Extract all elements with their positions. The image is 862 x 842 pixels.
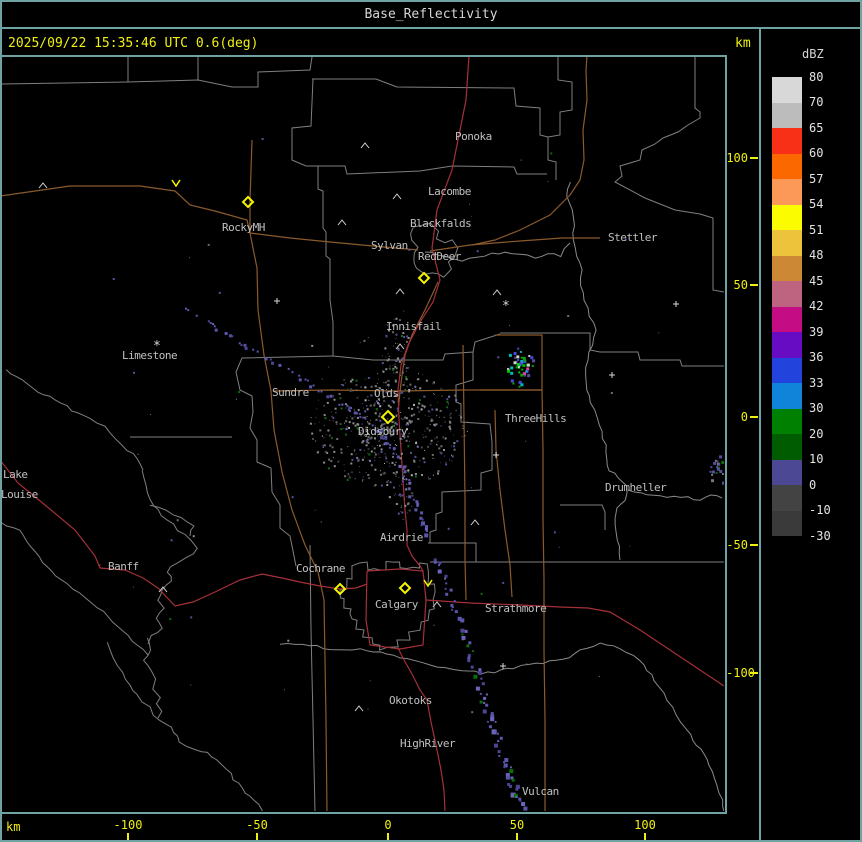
radar-map-canvas[interactable]: **PonokaLacombeBlackfaldsSylvanRedDeerSt… — [0, 0, 862, 842]
secondary-road-line — [2, 185, 251, 234]
site-marker-diamond — [241, 195, 255, 209]
county-boundary-line — [2, 522, 149, 656]
county-boundary-line — [332, 333, 501, 361]
secondary-road-line — [397, 281, 439, 413]
secondary-road-line — [494, 409, 513, 598]
plus-marker — [673, 301, 679, 307]
caret-marker — [470, 519, 480, 526]
caret-marker — [492, 289, 502, 296]
city-label: Ponoka — [455, 130, 492, 143]
plus-marker — [500, 663, 506, 669]
county-boundary-line — [141, 470, 198, 645]
site-marker-diamond — [417, 271, 431, 285]
river-layer — [279, 181, 724, 811]
city-label: Innisfail — [386, 320, 441, 333]
county-boundary-line — [560, 504, 606, 530]
star-marker: * — [502, 299, 510, 314]
city-label: RedDeer — [418, 250, 462, 263]
city-label: HighRiver — [400, 737, 456, 750]
city-label: Banff — [108, 560, 139, 573]
caret-marker — [395, 343, 405, 350]
secondary-road-line — [541, 389, 546, 811]
river-line — [279, 642, 724, 811]
plus-marker — [493, 452, 499, 458]
county-boundary-line — [500, 332, 601, 353]
county-boundary-line — [149, 504, 195, 537]
city-label: RockyMH — [222, 221, 265, 234]
city-label: Lake — [3, 468, 28, 481]
caret-marker — [38, 182, 48, 189]
city-label: Blackfalds — [410, 217, 471, 230]
highway-line — [2, 461, 368, 607]
caret-marker — [337, 219, 347, 226]
caret-marker — [360, 142, 370, 149]
county-boundary-line — [614, 57, 724, 293]
city-label: Strathmore — [485, 602, 546, 615]
city-label: Okotoks — [389, 694, 432, 707]
v-marker — [171, 179, 181, 188]
city-label: Vulcan — [522, 785, 559, 798]
caret-marker — [395, 288, 405, 295]
caret-marker — [392, 193, 402, 200]
city-label-layer: Ponoka Lacombe BlackfaldsSylvan RedDeer Stet… — [1, 130, 668, 798]
city-label: Sundre — [272, 386, 309, 399]
plus-marker — [609, 372, 615, 378]
county-boundary-line — [547, 57, 573, 138]
city-label: Limestone — [122, 349, 177, 362]
secondary-road-layer — [2, 57, 600, 811]
city-label: Stettler — [608, 231, 658, 244]
county-boundary-line — [291, 78, 547, 175]
city-label: Airdrie — [380, 531, 423, 544]
highway-line — [397, 647, 446, 811]
county-boundary-line — [600, 351, 724, 367]
county-boundary-line — [312, 78, 557, 180]
city-label: Drumheller — [605, 481, 667, 494]
city-label: Louise — [1, 488, 38, 501]
city-label: Didsbury — [358, 425, 408, 438]
radar-viewer-window: Base_Reflectivity 2025/09/22 15:35:46 UT… — [0, 0, 862, 842]
city-label: Cochrane — [296, 562, 345, 575]
county-boundary-line — [2, 57, 313, 88]
site-marker-diamond — [398, 581, 412, 595]
county-boundary-line — [5, 369, 144, 471]
city-label: Sylvan — [371, 239, 408, 252]
caret-marker — [354, 705, 364, 712]
county-boundary-line — [317, 166, 334, 356]
city-label: Calgary — [375, 598, 419, 611]
city-label: Lacombe — [428, 185, 471, 198]
city-label: ThreeHills — [505, 412, 566, 425]
county-boundary-line — [142, 637, 163, 719]
county-boundary-line — [106, 642, 264, 811]
plus-marker — [274, 298, 280, 304]
city-label: Olds — [374, 387, 399, 400]
secondary-road-line — [471, 57, 588, 246]
